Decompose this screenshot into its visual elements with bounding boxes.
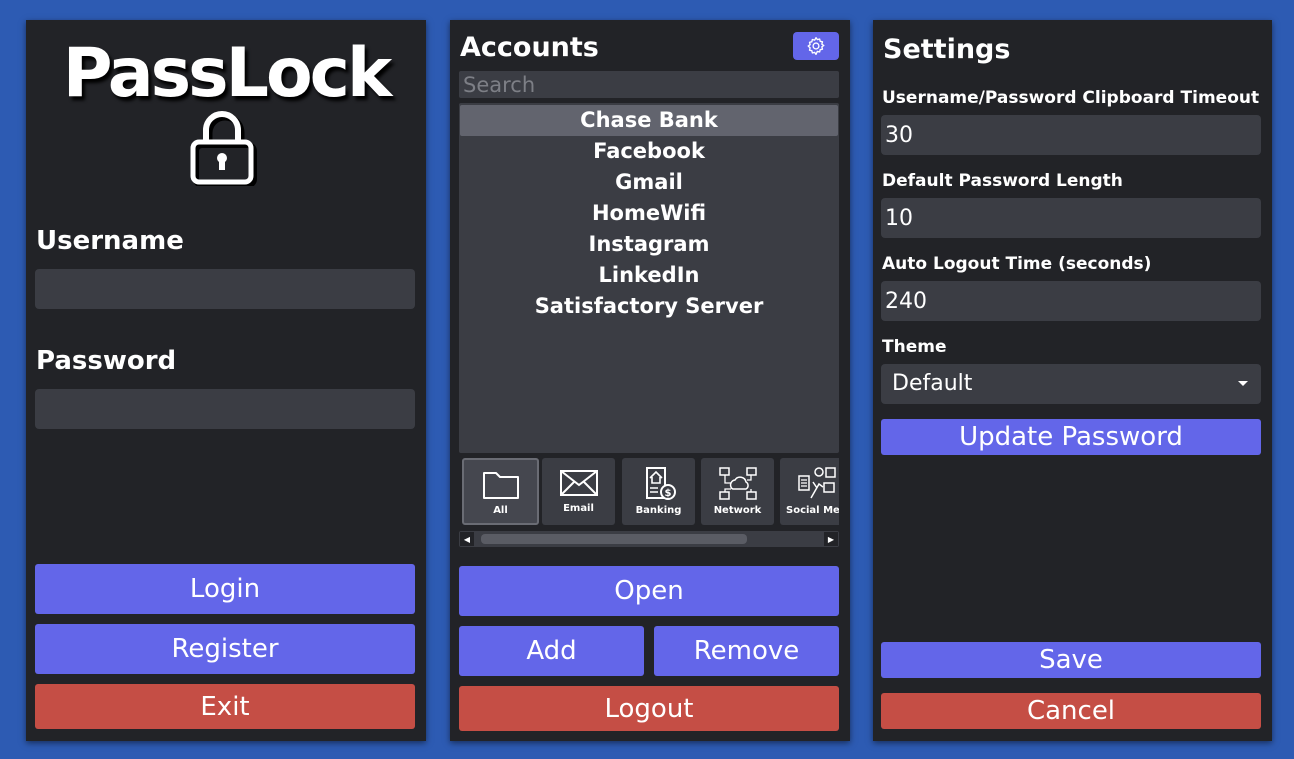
login-button[interactable]: Login — [35, 564, 415, 614]
category-label: Banking — [635, 505, 682, 516]
settings-button[interactable] — [793, 32, 839, 60]
lock-icon — [190, 111, 257, 186]
login-panel: PassLock Username Password Login Registe… — [26, 20, 426, 741]
update-password-button[interactable]: Update Password — [881, 419, 1261, 455]
open-button[interactable]: Open — [459, 566, 839, 616]
search-input[interactable] — [459, 71, 839, 98]
cancel-button[interactable]: Cancel — [881, 693, 1261, 729]
password-length-label: Default Password Length — [882, 171, 1123, 191]
add-button[interactable]: Add — [459, 626, 644, 676]
accounts-title: Accounts — [460, 32, 599, 63]
exit-button[interactable]: Exit — [35, 684, 415, 729]
password-label: Password — [36, 346, 177, 376]
account-item-homewifi[interactable]: HomeWifi — [460, 198, 838, 229]
category-scrollbar[interactable]: ◀ ▶ — [459, 531, 839, 547]
password-length-input[interactable] — [881, 198, 1261, 238]
theme-selected-value: Default — [892, 371, 973, 396]
category-email[interactable]: Email — [542, 458, 615, 525]
clipboard-timeout-input[interactable] — [881, 115, 1261, 155]
svg-text:$: $ — [664, 488, 671, 499]
envelope-icon — [559, 470, 598, 496]
account-item-instagram[interactable]: Instagram — [460, 229, 838, 260]
folder-icon — [482, 472, 519, 499]
category-label: All — [493, 505, 508, 516]
category-banking[interactable]: $ Banking — [622, 458, 695, 525]
account-item-facebook[interactable]: Facebook — [460, 136, 838, 167]
account-item-satisfactory-server[interactable]: Satisfactory Server — [460, 291, 838, 322]
category-label: Network — [713, 505, 762, 516]
category-label: Social Med — [786, 505, 839, 516]
username-input[interactable] — [35, 269, 415, 309]
username-label: Username — [36, 226, 184, 256]
auto-logout-input[interactable] — [881, 281, 1261, 321]
account-item-gmail[interactable]: Gmail — [460, 167, 838, 198]
category-all[interactable]: All — [462, 458, 539, 525]
social-media-icon — [797, 467, 836, 499]
remove-button[interactable]: Remove — [654, 626, 839, 676]
gear-icon — [807, 37, 825, 55]
scroll-right-icon[interactable]: ▶ — [824, 532, 838, 546]
category-label: Email — [563, 503, 594, 514]
category-strip: All Email $ Banking Network Social Me — [459, 455, 839, 531]
account-item-linkedin[interactable]: LinkedIn — [460, 260, 838, 291]
banking-icon: $ — [645, 467, 676, 500]
settings-title: Settings — [883, 34, 1011, 65]
category-network[interactable]: Network — [701, 458, 774, 525]
account-item-chase-bank[interactable]: Chase Bank — [460, 105, 838, 136]
theme-label: Theme — [882, 337, 947, 357]
theme-select[interactable]: Default — [881, 364, 1261, 404]
category-social-media[interactable]: Social Med — [780, 458, 839, 525]
password-input[interactable] — [35, 389, 415, 429]
save-button[interactable]: Save — [881, 642, 1261, 678]
auto-logout-label: Auto Logout Time (seconds) — [882, 254, 1152, 274]
logout-button[interactable]: Logout — [459, 686, 839, 731]
scroll-left-icon[interactable]: ◀ — [460, 532, 474, 546]
chevron-down-icon — [1238, 381, 1248, 386]
app-logo-title: PassLock — [62, 34, 392, 113]
scrollbar-thumb[interactable] — [481, 534, 747, 544]
network-icon — [718, 467, 757, 500]
settings-panel: Settings Username/Password Clipboard Tim… — [873, 20, 1272, 741]
register-button[interactable]: Register — [35, 624, 415, 674]
accounts-list: Chase Bank Facebook Gmail HomeWifi Insta… — [459, 103, 839, 453]
clipboard-timeout-label: Username/Password Clipboard Timeout — [882, 88, 1260, 108]
accounts-panel: Accounts Chase Bank Facebook Gmail HomeW… — [450, 20, 850, 741]
